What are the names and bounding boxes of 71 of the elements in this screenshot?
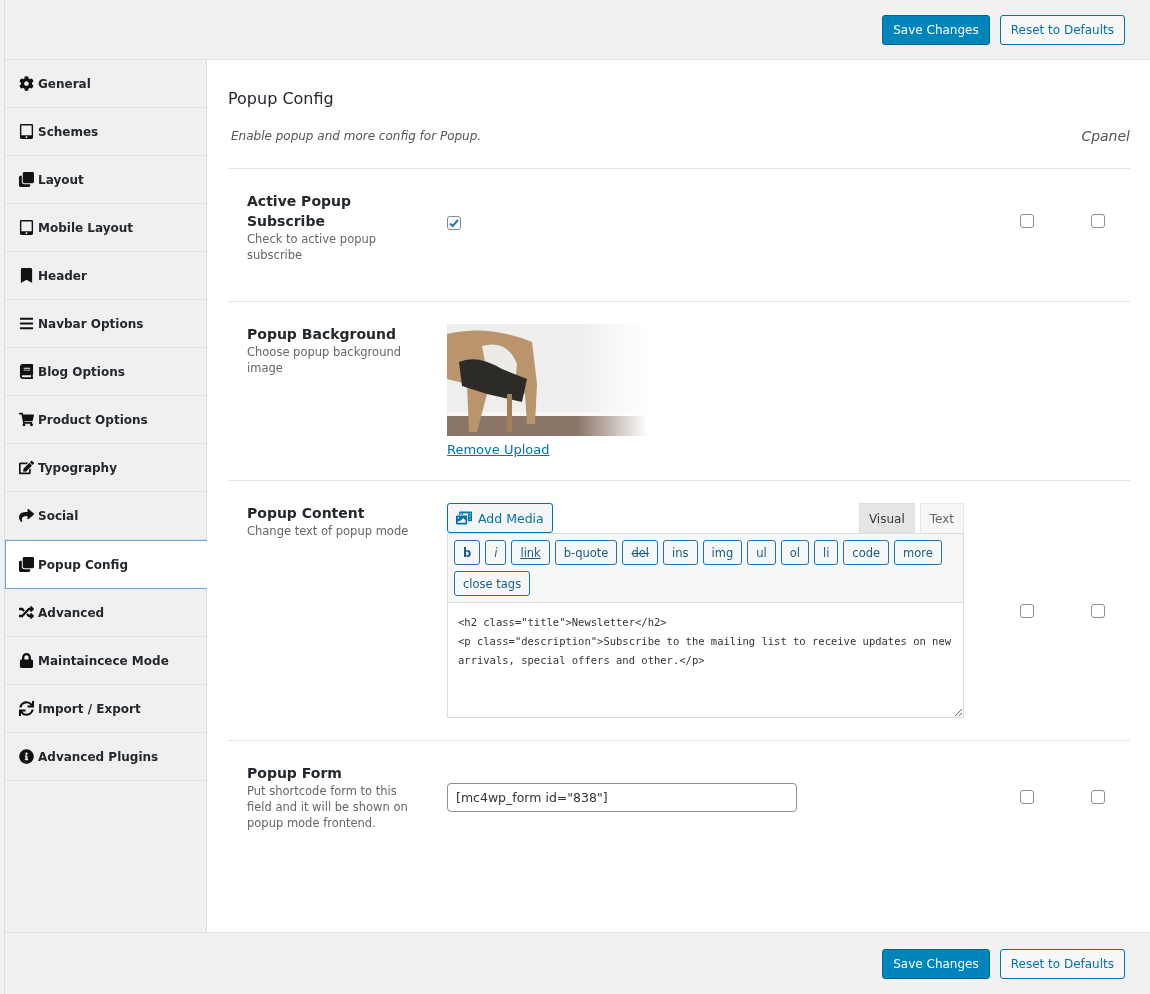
save-button[interactable]: Save Changes xyxy=(882,14,990,45)
shortcode-field[interactable]: [mc4wp_form id="838"] xyxy=(447,782,797,812)
field-title: Popup Background xyxy=(247,325,397,344)
stacked-squares-icon xyxy=(19,557,34,572)
lock-icon xyxy=(19,653,34,668)
quicktag-button[interactable]: ul xyxy=(747,540,776,565)
sidebar-item[interactable]: General xyxy=(5,60,206,108)
quicktag-button[interactable]: b-quote xyxy=(554,540,618,565)
sidebar-item[interactable]: Mobile Layout xyxy=(5,204,206,252)
add-media-button[interactable]: Add Media xyxy=(447,503,553,533)
gear-icon xyxy=(19,76,34,91)
sidebar-item[interactable]: Schemes xyxy=(5,108,206,156)
field-description: Check to active popup subscribe xyxy=(247,231,378,263)
sidebar-item[interactable]: Layout xyxy=(5,156,206,204)
bars-icon xyxy=(19,316,34,331)
tablet-icon xyxy=(19,220,34,235)
quicktag-button[interactable]: ins xyxy=(663,540,698,565)
remove-upload-link[interactable]: Remove Upload xyxy=(447,442,550,457)
checkbox[interactable] xyxy=(1020,603,1034,618)
quicktag-button[interactable]: del xyxy=(622,540,659,565)
edit-icon xyxy=(19,460,34,475)
code-editor[interactable]: <h2 class="title">Newsletter</h2> <p class="description">Subscribe to the mailing list to receive updates on new arrivals, special offers and other.</p> xyxy=(447,602,964,718)
sidebar-item[interactable]: Navbar Options xyxy=(5,300,206,348)
field-title: Popup Content xyxy=(247,504,366,523)
save-button[interactable]: Save Changes xyxy=(882,948,990,979)
sidebar-item[interactable]: Advanced Plugins xyxy=(5,733,206,781)
shuffle-icon xyxy=(19,605,34,620)
checkbox[interactable] xyxy=(1020,214,1034,228)
stacked-squares-icon xyxy=(19,172,34,187)
quicktag-button[interactable]: close tags xyxy=(454,571,531,596)
field-title: Popup Form xyxy=(247,764,343,783)
quicktag-button[interactable]: b xyxy=(454,540,481,565)
field-description: Change text of popup mode xyxy=(247,523,410,539)
editor-tab[interactable]: Visual xyxy=(858,503,915,533)
share-arrow-icon xyxy=(19,508,34,523)
bookmark-icon xyxy=(19,268,34,283)
sidebar-item[interactable]: Import / Export xyxy=(5,685,206,733)
reset-button[interactable]: Reset to Defaults xyxy=(999,948,1125,979)
quicktag-button[interactable]: i xyxy=(485,540,507,565)
cart-icon xyxy=(19,412,34,427)
sidebar-item[interactable]: Typography xyxy=(5,444,206,492)
checkbox[interactable] xyxy=(1091,790,1105,804)
field-description: Choose popup background image xyxy=(247,344,402,376)
checkbox[interactable] xyxy=(1091,603,1105,618)
sidebar-item[interactable]: Blog Options xyxy=(5,348,206,396)
sidebar-item[interactable]: Maintaincece Mode xyxy=(5,637,206,685)
sidebar-item[interactable]: Product Options xyxy=(5,396,206,444)
section-description: Enable popup and more config for Popup. xyxy=(231,129,482,143)
sync-icon xyxy=(19,701,34,716)
field-title: Active Popup Subscribe xyxy=(247,192,352,231)
quicktag-button[interactable]: ol xyxy=(780,540,809,565)
section-title: Popup Config xyxy=(228,88,335,108)
book-icon xyxy=(19,364,34,379)
media-icon xyxy=(456,510,472,526)
quicktag-button[interactable]: more xyxy=(894,540,942,565)
sidebar-item[interactable]: Header xyxy=(5,252,206,300)
quicktag-button[interactable]: code xyxy=(843,540,890,565)
reset-button[interactable]: Reset to Defaults xyxy=(999,14,1125,45)
tablet-icon xyxy=(19,124,34,139)
checkbox[interactable] xyxy=(447,216,461,230)
quicktag-button[interactable]: img xyxy=(702,540,743,565)
checkbox[interactable] xyxy=(1020,790,1034,804)
info-icon xyxy=(19,749,34,764)
checkbox[interactable] xyxy=(1091,214,1105,228)
section-tag: Cpanel xyxy=(1081,128,1130,144)
quicktag-button[interactable]: li xyxy=(813,540,839,565)
field-description: Put shortcode form to this field and it will be shown on popup mode frontend. xyxy=(247,783,409,831)
quicktag-button[interactable]: link xyxy=(511,540,550,565)
sidebar-item[interactable]: Advanced xyxy=(5,589,206,637)
sidebar-item[interactable]: Popup Config xyxy=(5,540,208,589)
editor-tab[interactable]: Text xyxy=(919,503,964,533)
